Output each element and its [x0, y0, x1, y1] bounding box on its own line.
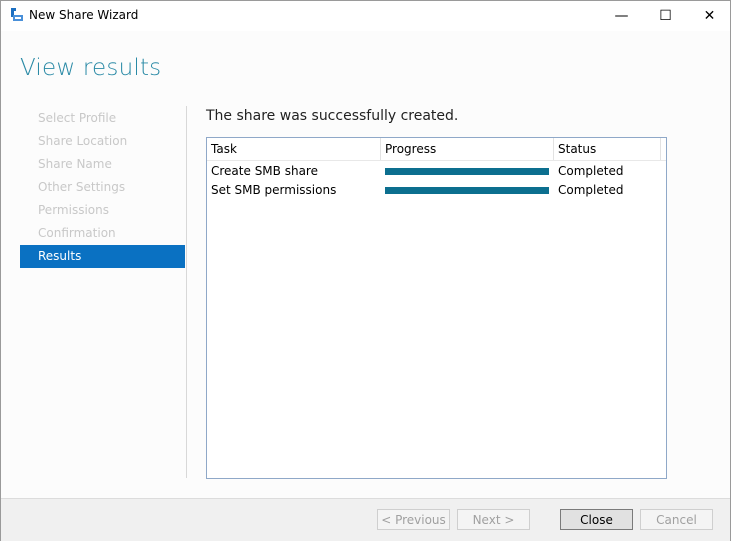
previous-button[interactable]: < Previous: [377, 509, 450, 530]
maximize-icon: ☐: [659, 8, 672, 24]
results-table: Task Progress Status Create SMB share Co…: [206, 137, 667, 479]
maximize-button[interactable]: ☐: [643, 1, 688, 31]
result-message: The share was successfully created.: [206, 108, 459, 124]
progress-bar-fill: [385, 187, 549, 194]
nav-item-results[interactable]: Results: [20, 245, 185, 268]
column-header-status[interactable]: Status: [554, 138, 661, 160]
progress-bar: [385, 168, 549, 175]
nav-item-select-profile: Select Profile: [38, 111, 117, 125]
close-button[interactable]: Close: [560, 509, 633, 530]
minimize-button[interactable]: —: [599, 1, 644, 31]
table-row[interactable]: Create SMB share Completed: [207, 162, 666, 181]
nav-divider: [186, 106, 187, 478]
nav-item-share-location: Share Location: [38, 134, 128, 148]
task-cell: Set SMB permissions: [211, 183, 337, 197]
column-header-task[interactable]: Task: [207, 138, 381, 160]
nav-item-share-name: Share Name: [38, 157, 112, 171]
progress-bar: [385, 187, 549, 194]
window-title: New Share Wizard: [29, 8, 139, 22]
close-icon: ✕: [703, 8, 716, 24]
minimize-icon: —: [614, 8, 629, 24]
title-bar[interactable]: New Share Wizard — ☐ ✕: [1, 1, 730, 31]
wizard-window: New Share Wizard — ☐ ✕ View results Sele…: [0, 0, 731, 541]
task-cell: Create SMB share: [211, 164, 318, 178]
nav-item-other-settings: Other Settings: [38, 180, 126, 194]
progress-bar-fill: [385, 168, 549, 175]
nav-item-permissions: Permissions: [38, 203, 109, 217]
wizard-steps-nav: Select Profile Share Location Share Name…: [20, 107, 185, 268]
close-window-button[interactable]: ✕: [687, 1, 731, 31]
column-header-progress[interactable]: Progress: [381, 138, 554, 160]
table-row[interactable]: Set SMB permissions Completed: [207, 181, 666, 200]
wizard-footer: < Previous Next > Close Cancel: [1, 498, 730, 541]
status-cell: Completed: [558, 183, 624, 197]
status-cell: Completed: [558, 164, 624, 178]
nav-item-confirmation: Confirmation: [38, 226, 116, 240]
table-header: Task Progress Status: [207, 138, 666, 161]
next-button[interactable]: Next >: [457, 509, 530, 530]
cancel-button[interactable]: Cancel: [640, 509, 713, 530]
page-title: View results: [20, 55, 162, 81]
share-wizard-app-icon: [11, 8, 23, 21]
